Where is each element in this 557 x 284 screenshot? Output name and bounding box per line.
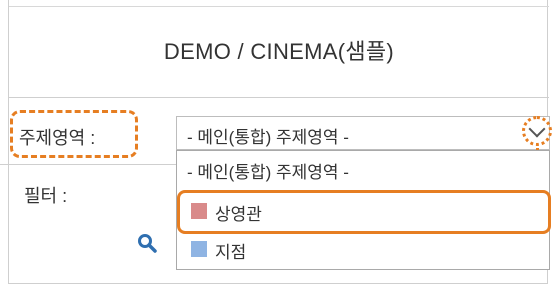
subject-area-select[interactable]: - 메인(통합) 주제영역 - (176, 116, 550, 150)
color-swatch (191, 241, 207, 257)
search-icon[interactable] (137, 233, 157, 253)
dropdown-option-label: - 메인(통합) 주제영역 - (187, 163, 349, 182)
dropdown-toggle-button[interactable] (522, 116, 552, 146)
subject-area-label: 주제영역 : (19, 128, 96, 148)
chevron-down-icon (528, 120, 546, 138)
option-highlight-annotation (177, 190, 551, 234)
subject-area-selected-value: - 메인(통합) 주제영역 - (187, 128, 349, 147)
page-title: DEMO / CINEMA(샘플) (9, 6, 549, 98)
dropdown-option-branch[interactable]: 지점 (177, 231, 549, 267)
dropdown-option-label: 지점 (215, 243, 247, 262)
section-divider (0, 164, 176, 165)
filter-label: 필터 : (24, 186, 68, 206)
dropdown-option-main[interactable]: - 메인(통합) 주제영역 - (177, 151, 549, 187)
